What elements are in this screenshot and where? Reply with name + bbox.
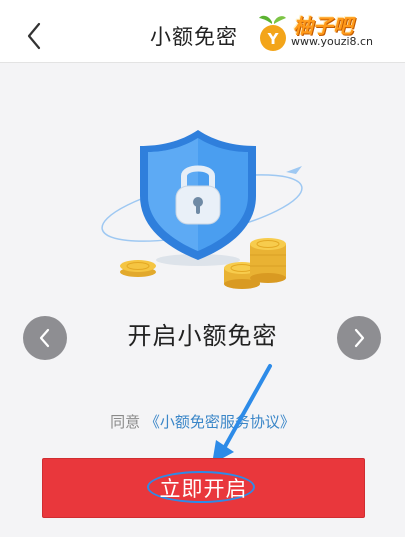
annotation-arrow: [212, 364, 272, 464]
svg-text:Y: Y: [267, 30, 280, 48]
enable-button[interactable]: 立即开启: [42, 458, 365, 518]
back-button[interactable]: [14, 16, 54, 56]
chevron-right-icon: [354, 328, 365, 348]
watermark-url: www.youzi8.cn: [291, 35, 374, 48]
coin-stack-icon: [224, 238, 286, 289]
logo-icon: Y: [259, 15, 286, 51]
status-bar: [0, 0, 405, 8]
hero-illustration: [101, 130, 303, 289]
next-button[interactable]: [337, 316, 381, 360]
back-icon: [27, 22, 41, 50]
plane-icon: [286, 166, 302, 174]
page-title: 小额免密: [150, 25, 238, 49]
watermark: Y 柚子吧 www.youzi8.cn: [255, 8, 405, 56]
coin-stack-icon: [120, 260, 156, 277]
enable-button-label: 立即开启: [159, 477, 248, 501]
agreement-prefix: 同意: [110, 413, 141, 431]
